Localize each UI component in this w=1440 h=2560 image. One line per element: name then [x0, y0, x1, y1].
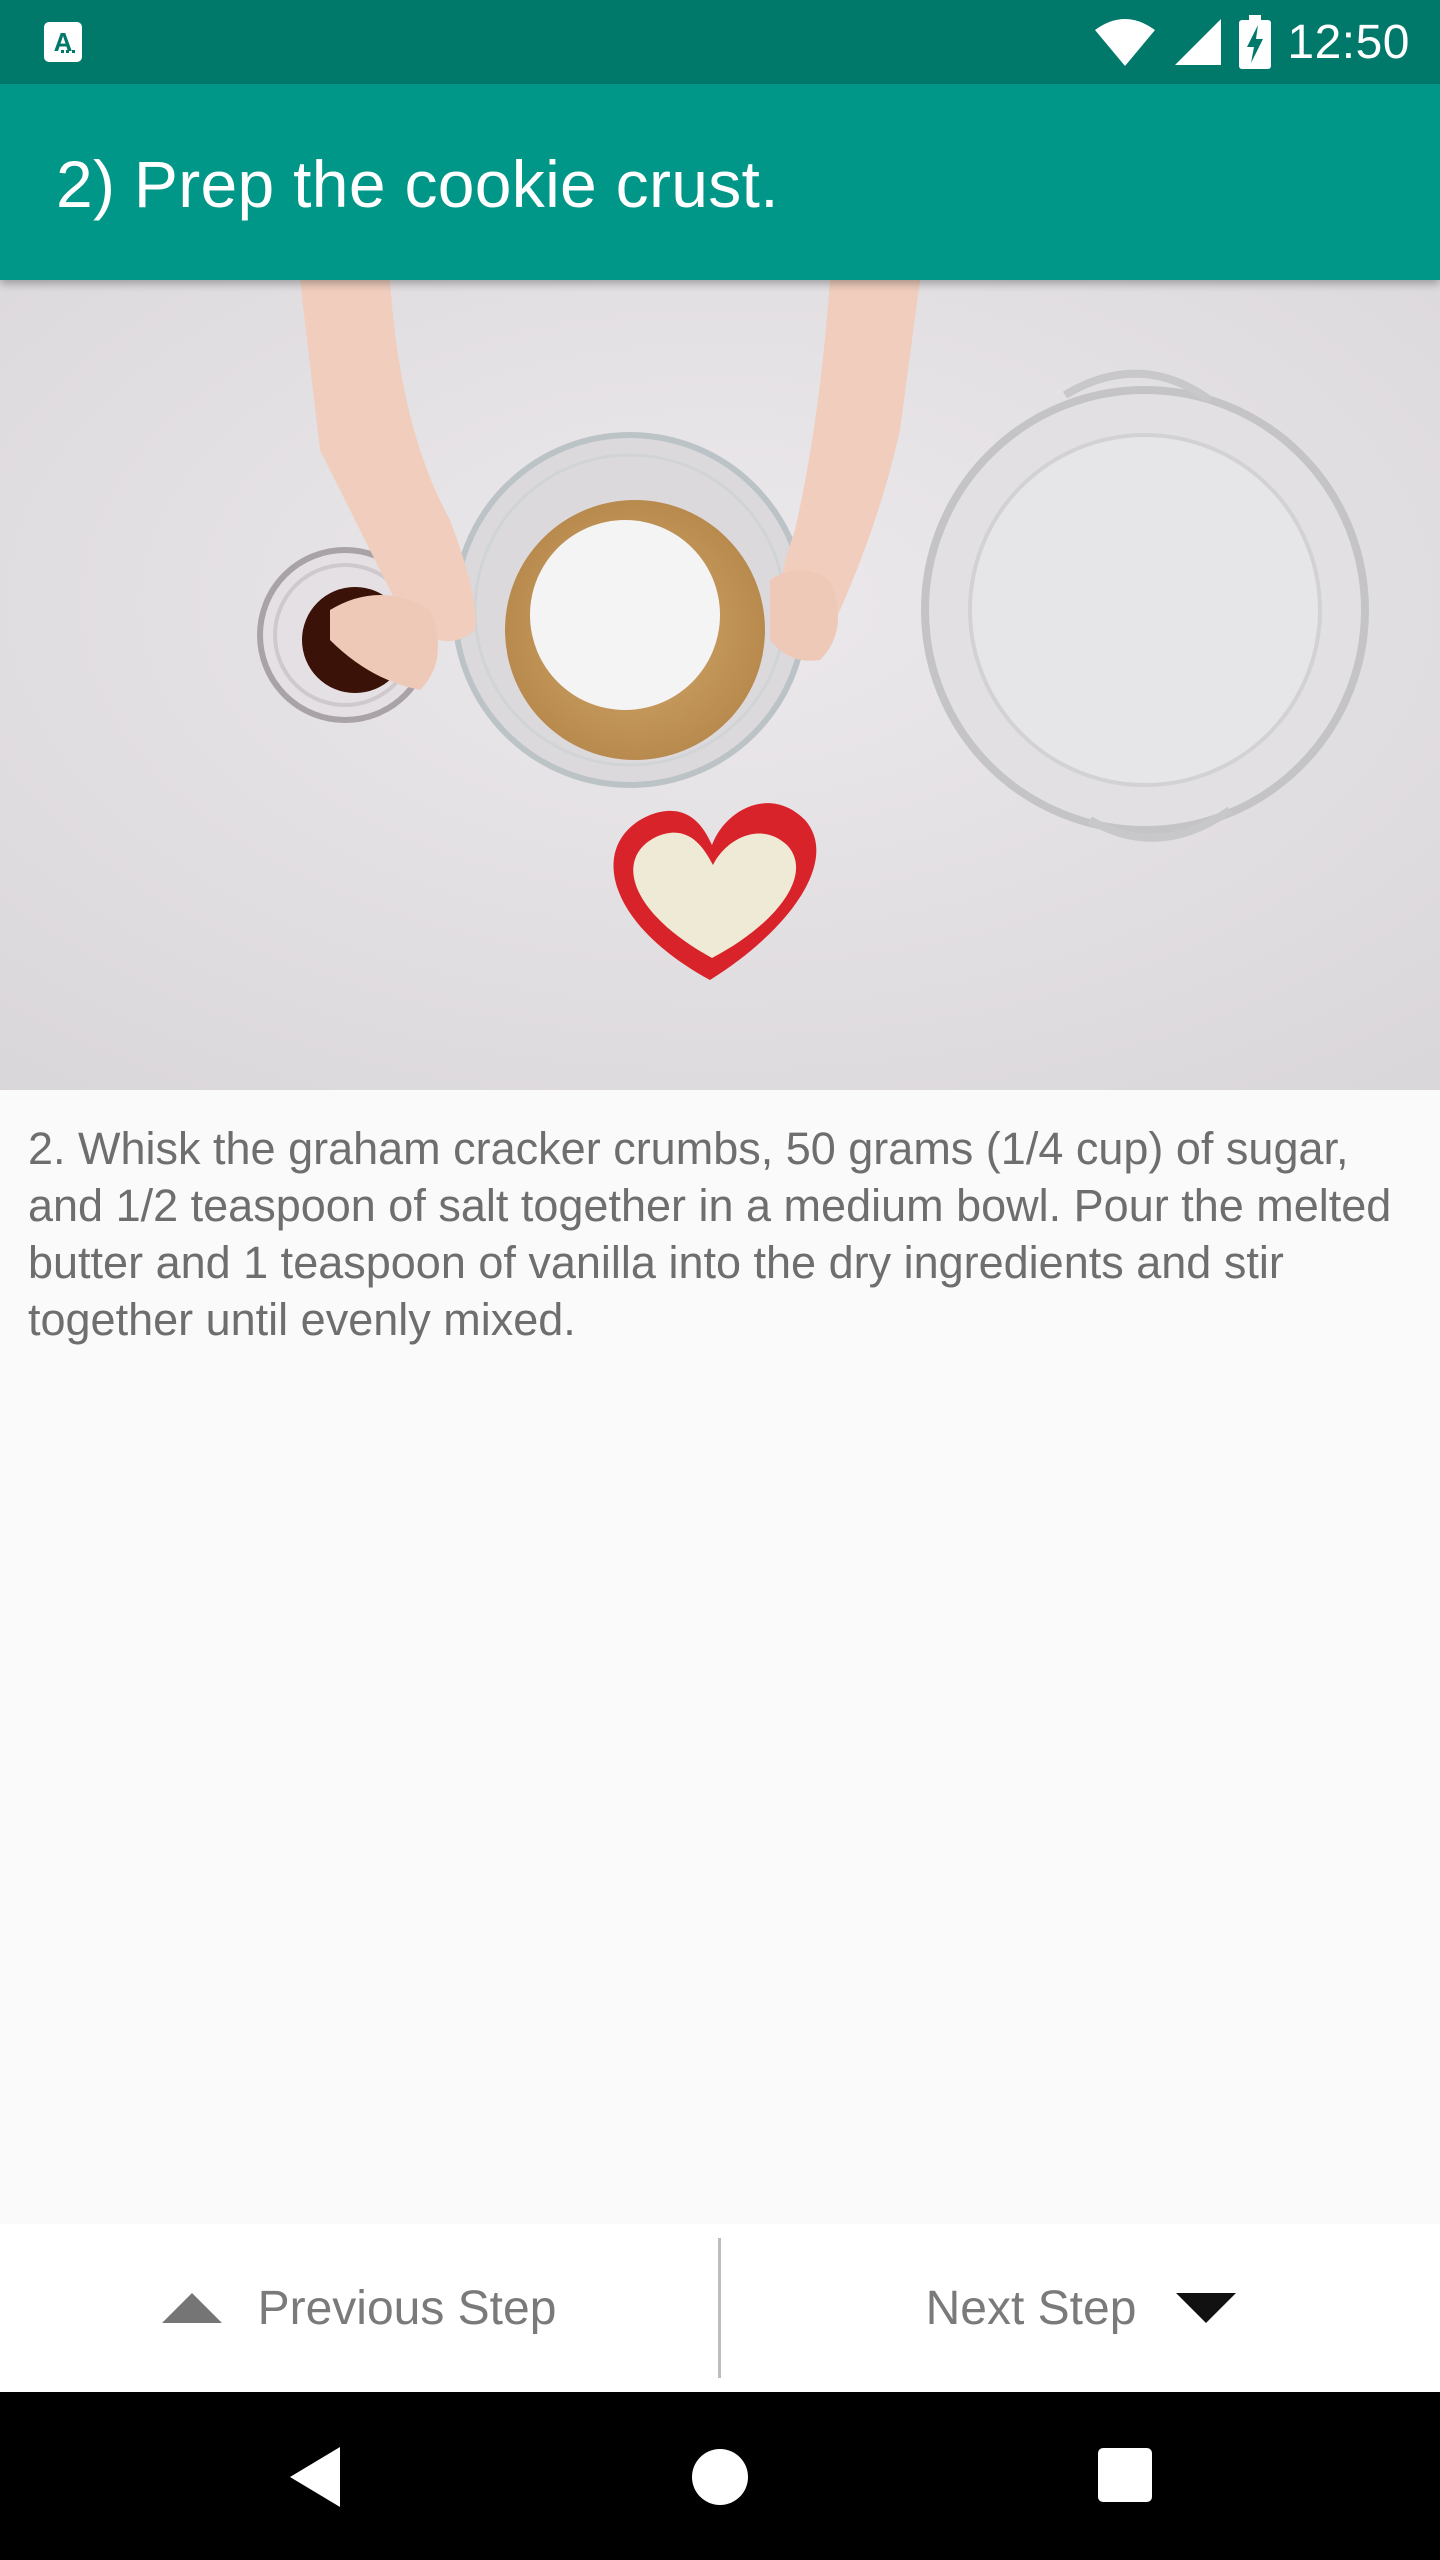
- next-step-label: Next Step: [925, 2281, 1137, 2335]
- clock: 12:50: [1287, 15, 1410, 69]
- previous-step-button[interactable]: Previous Step: [0, 2224, 718, 2392]
- step-media-image: [0, 280, 1440, 1090]
- home-icon[interactable]: [692, 2449, 748, 2505]
- step-video-player[interactable]: [0, 280, 1440, 1090]
- step-navigation: Previous Step Next Step: [0, 2224, 1440, 2392]
- system-navigation-bar: [0, 2392, 1440, 2560]
- cell-signal-icon: [1175, 19, 1222, 65]
- page-title: 2) Prep the cookie crust.: [56, 147, 779, 221]
- nav-divider: [718, 2238, 721, 2378]
- triangle-up-icon: [161, 2293, 222, 2323]
- step-description: 2. Whisk the graham cracker crumbs, 50 g…: [28, 1123, 1392, 1345]
- next-step-button[interactable]: Next Step: [722, 2224, 1440, 2392]
- wifi-icon: [1095, 19, 1156, 66]
- back-icon[interactable]: [290, 2447, 340, 2507]
- app-notification-icon: A: [44, 22, 82, 62]
- battery-charging-icon: [1239, 15, 1272, 69]
- app-bar: 2) Prep the cookie crust.: [0, 84, 1440, 280]
- previous-step-label: Previous Step: [257, 2281, 557, 2335]
- status-bar: A 12:50: [0, 0, 1440, 84]
- triangle-down-icon: [1176, 2293, 1237, 2323]
- recents-icon[interactable]: [1098, 2448, 1152, 2502]
